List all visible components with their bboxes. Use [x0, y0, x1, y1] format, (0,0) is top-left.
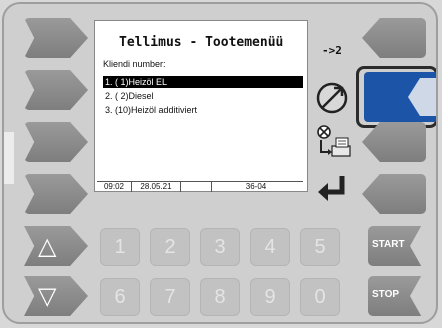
key-9[interactable]: 9 — [250, 278, 290, 316]
product-item-2[interactable]: 2. ( 2)Diesel — [103, 90, 303, 102]
screen-title: Tellimus - Tootemenüü — [119, 35, 284, 50]
left-softkey-2[interactable] — [24, 70, 88, 110]
stop-button[interactable]: STOP — [368, 276, 436, 316]
left-softkey-3[interactable] — [24, 122, 88, 162]
edge-strip — [4, 132, 14, 184]
display-screen: Tellimus - Tootemenüü Kliendi number: 1.… — [94, 20, 308, 192]
right-softkey-3[interactable] — [362, 122, 426, 162]
status-bar: 09:02 28.05.21 36-04 — [97, 181, 303, 192]
up-arrow-icon: △ — [38, 232, 57, 260]
key-6[interactable]: 6 — [100, 278, 140, 316]
key-4[interactable]: 4 — [250, 228, 290, 266]
status-blank — [181, 182, 212, 192]
right-softkey-4[interactable] — [362, 174, 426, 214]
key-2[interactable]: 2 — [150, 228, 190, 266]
start-arrow-icon — [410, 226, 436, 266]
key-8[interactable]: 8 — [200, 278, 240, 316]
cancel-circle-icon[interactable] — [314, 80, 350, 120]
key-3[interactable]: 3 — [200, 228, 240, 266]
stop-arrow-icon — [410, 276, 436, 316]
key-5[interactable]: 5 — [300, 228, 340, 266]
key-0[interactable]: 0 — [300, 278, 340, 316]
stop-label: STOP — [372, 289, 400, 300]
product-item-1[interactable]: 1. ( 1)Heizöl EL — [103, 76, 303, 88]
start-label: START — [372, 239, 405, 250]
page-indicator: ->2 — [322, 44, 342, 57]
status-date: 28.05.21 — [132, 182, 181, 192]
down-arrow-icon: ▽ — [38, 282, 57, 310]
enter-icon[interactable] — [316, 174, 352, 208]
left-softkey-1[interactable] — [24, 18, 88, 58]
print-icon[interactable] — [316, 124, 352, 166]
status-time: 09:02 — [97, 182, 132, 192]
key-7[interactable]: 7 — [150, 278, 190, 316]
product-list: 1. ( 1)Heizöl EL 2. ( 2)Diesel 3. (10)He… — [103, 76, 303, 118]
device-frame: Tellimus - Tootemenüü Kliendi number: 1.… — [2, 2, 438, 324]
right-softkey-1[interactable] — [362, 18, 426, 58]
key-1[interactable]: 1 — [100, 228, 140, 266]
product-item-3[interactable]: 3. (10)Heizöl additiviert — [103, 104, 303, 116]
status-code: 36-04 — [245, 182, 267, 191]
left-softkey-4[interactable] — [24, 174, 88, 214]
customer-number-label: Kliendi number: — [103, 59, 166, 69]
start-button[interactable]: START — [368, 226, 436, 266]
